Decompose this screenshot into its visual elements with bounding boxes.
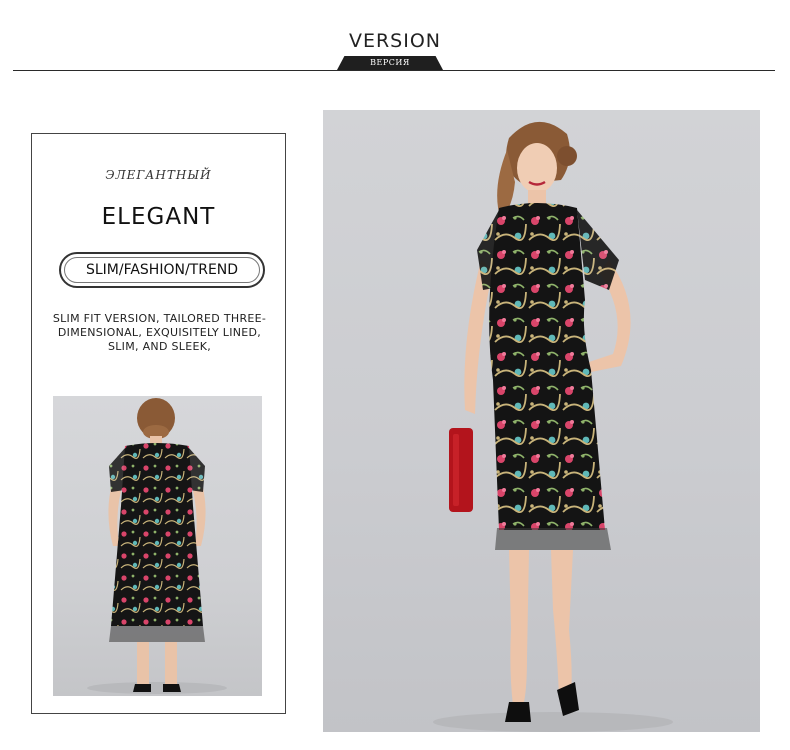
front-view-photo <box>323 110 760 732</box>
section-tag: ВЕРСИЯ <box>337 56 443 70</box>
back-view-illustration <box>87 398 227 694</box>
back-view-photo <box>53 396 262 696</box>
panel-title: ELEGANT <box>101 204 216 230</box>
panel-description: SLIM FIT VERSION, TAILORED THREE- DIMENS… <box>40 312 279 354</box>
section-title: VERSION <box>348 30 442 52</box>
feature-pill-label: SLIM/FASHION/TREND <box>64 257 260 283</box>
description-line: DIMENSIONAL, EXQUISITELY LINED, <box>57 326 262 339</box>
divider <box>13 70 775 71</box>
feature-pill: SLIM/FASHION/TREND <box>59 252 265 288</box>
info-panel: ЭЛЕГАНТНЫЙ ELEGANT SLIM/FASHION/TREND SL… <box>31 133 286 714</box>
panel-subtitle: ЭЛЕГАНТНЫЙ <box>105 168 212 182</box>
description-line: SLIM, AND SLEEK, <box>107 340 212 353</box>
front-view-illustration <box>433 121 673 732</box>
description-line: SLIM FIT VERSION, TAILORED THREE- <box>52 312 267 325</box>
